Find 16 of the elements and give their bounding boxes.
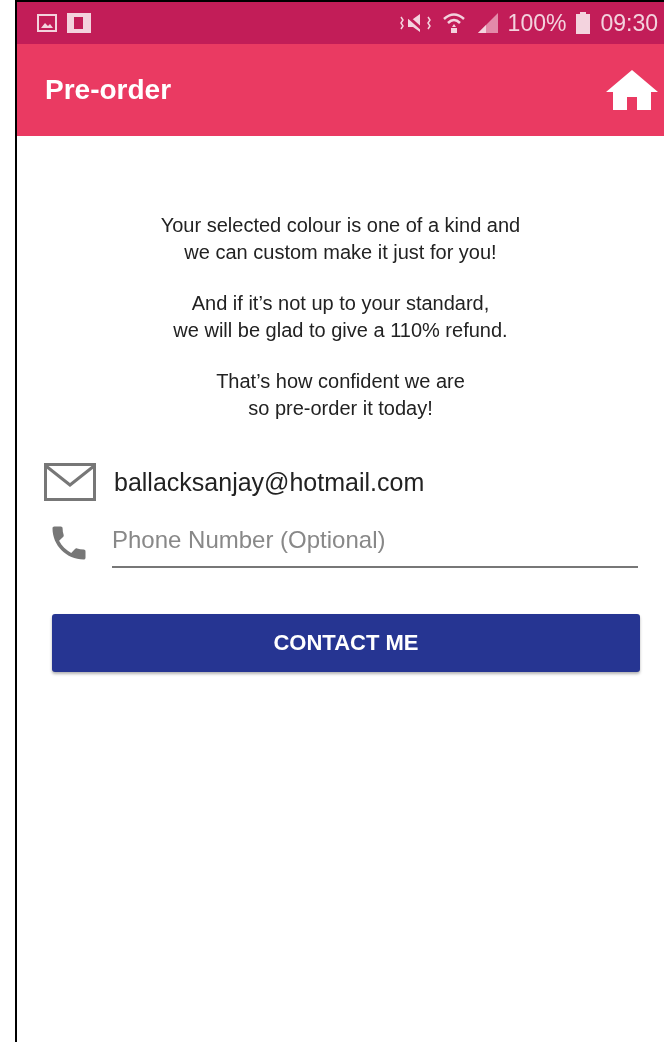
email-text: ballacksanjay@hotmail.com: [114, 467, 425, 497]
battery-icon: [576, 12, 591, 34]
info-paragraph: And if it’s not up to your standard, we will be glad to give a 110% refund.: [172, 291, 509, 343]
phone-field[interactable]: Phone Number (Optional): [112, 518, 638, 568]
clock: 09:30: [600, 9, 658, 37]
wifi-icon: [441, 12, 466, 34]
contact-button[interactable]: CONTACT ME: [52, 614, 640, 672]
mute-icon: [397, 13, 432, 33]
square-icon: [67, 13, 91, 33]
app-title: Pre-order: [45, 74, 172, 106]
info-paragraph: That’s how confident we are so pre-order it today!: [215, 369, 466, 421]
battery-percent: 100%: [507, 9, 567, 37]
info-paragraph: Your selected colour is one of a kind and we can custom make it just for you!: [159, 213, 522, 265]
envelope-icon: [44, 463, 96, 501]
home-icon[interactable]: [606, 70, 658, 110]
image-icon: [37, 14, 57, 32]
